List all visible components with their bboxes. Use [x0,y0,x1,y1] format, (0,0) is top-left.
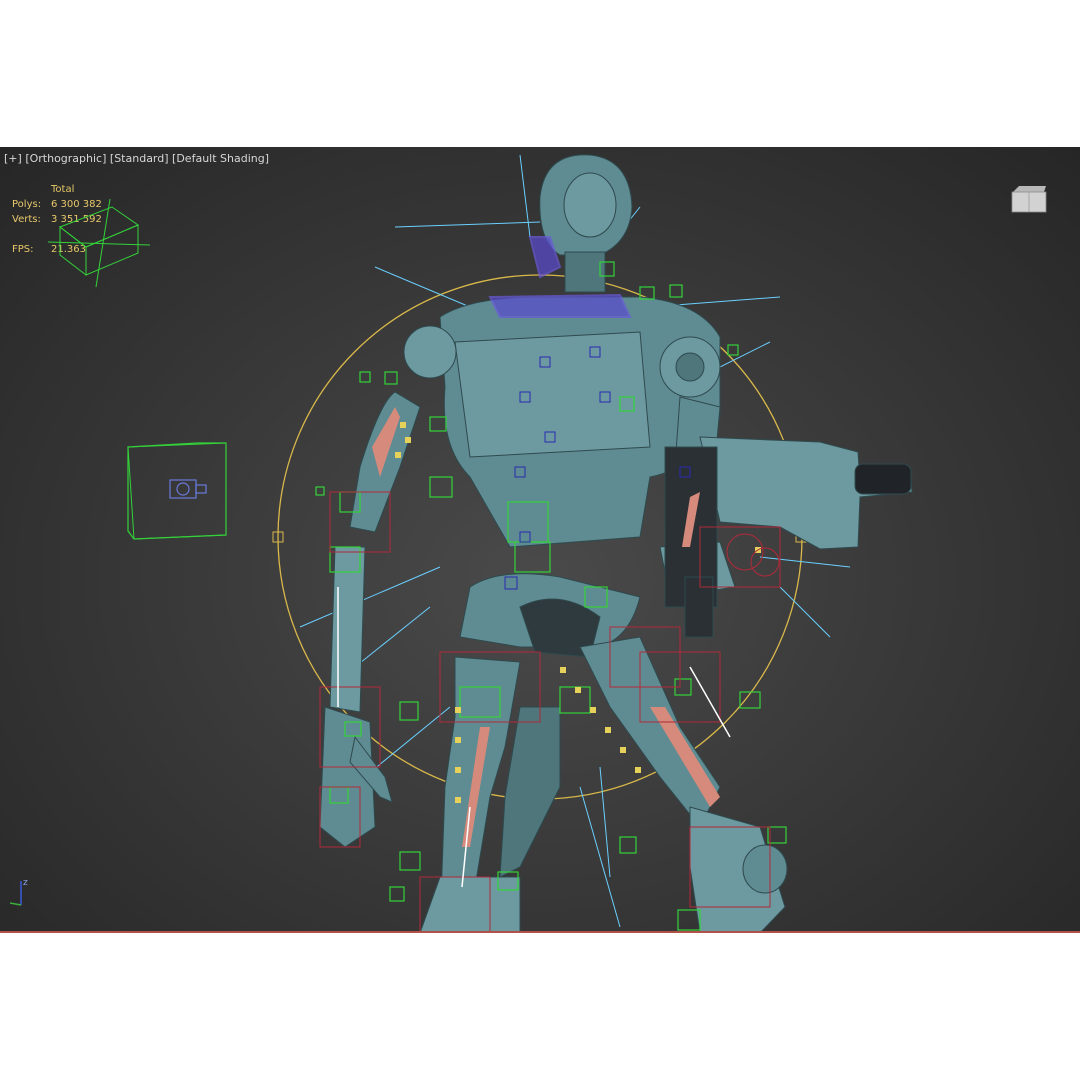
helper-cube-wireframe [47,198,151,288]
hand-controls-right [726,533,780,577]
axis-z-label: z [23,878,28,888]
camera-helper[interactable] [127,442,227,540]
axis-tripod-icon: z [9,878,28,906]
viewport-active-border [0,931,1080,933]
camera-icon [169,479,207,499]
viewcube-icon[interactable] [1010,184,1048,214]
viewport-orthographic[interactable]: [+] [Orthographic] [Standard] [Default S… [0,147,1080,933]
robot-model[interactable] [319,154,913,933]
scene-canvas[interactable] [0,147,1080,933]
